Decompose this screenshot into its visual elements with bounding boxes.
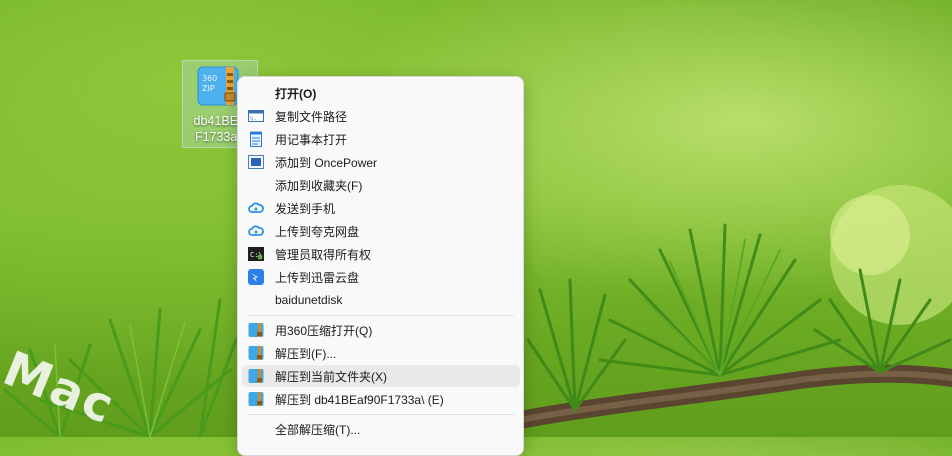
menu-item-open[interactable]: 打开(O): [242, 82, 520, 104]
console-icon: C:\: [248, 246, 264, 262]
menu-item-add-oncepower[interactable]: 添加到 OncePower: [242, 151, 520, 173]
menu-item-copy-path[interactable]: \\.. 复制文件路径: [242, 105, 520, 127]
thunder-icon: [248, 269, 264, 285]
blank-icon: [248, 292, 264, 308]
oncepower-icon: [248, 154, 264, 170]
svg-text:360: 360: [202, 74, 217, 83]
menu-item-open-notepad[interactable]: 用记事本打开: [242, 128, 520, 150]
menu-item-upload-thunder[interactable]: 上传到迅雷云盘: [242, 266, 520, 288]
svg-text:\\..: \\..: [250, 116, 257, 122]
menu-item-extract-here[interactable]: 解压到当前文件夹(X): [242, 365, 520, 387]
blank-icon: [248, 177, 264, 193]
menu-item-baidunetdisk[interactable]: baidunetdisk: [242, 289, 520, 311]
menu-item-send-to-phone[interactable]: 发送到手机: [242, 197, 520, 219]
zip-icon: [248, 322, 264, 338]
zip-icon: [248, 368, 264, 384]
desktop: Mac 360 ZIP db41BEaf F1733a.z 打开(O) \\..: [0, 0, 952, 456]
path-copy-icon: \\..: [248, 108, 264, 124]
zip-icon: [248, 345, 264, 361]
menu-item-extract-to-folder[interactable]: 解压到 db41BEaf90F1733a\ (E): [242, 388, 520, 410]
menu-item-add-favorites[interactable]: 添加到收藏夹(F): [242, 174, 520, 196]
blank-icon: [248, 85, 264, 101]
context-menu: 打开(O) \\.. 复制文件路径 用记事本打开 添加到 OncePower 添…: [237, 76, 524, 456]
menu-separator: [248, 414, 514, 415]
zip-icon: [248, 391, 264, 407]
menu-item-extract-to[interactable]: 解压到(F)...: [242, 342, 520, 364]
menu-item-take-ownership[interactable]: C:\ 管理员取得所有权: [242, 243, 520, 265]
cloud-icon: [248, 200, 264, 216]
menu-separator: [248, 315, 514, 316]
cloud-icon: [248, 223, 264, 239]
menu-item-open-with-360zip[interactable]: 用360压缩打开(Q): [242, 319, 520, 341]
notepad-icon: [248, 131, 264, 147]
blank-icon: [248, 421, 264, 437]
svg-text:ZIP: ZIP: [202, 84, 215, 93]
menu-item-upload-quark[interactable]: 上传到夸克网盘: [242, 220, 520, 242]
